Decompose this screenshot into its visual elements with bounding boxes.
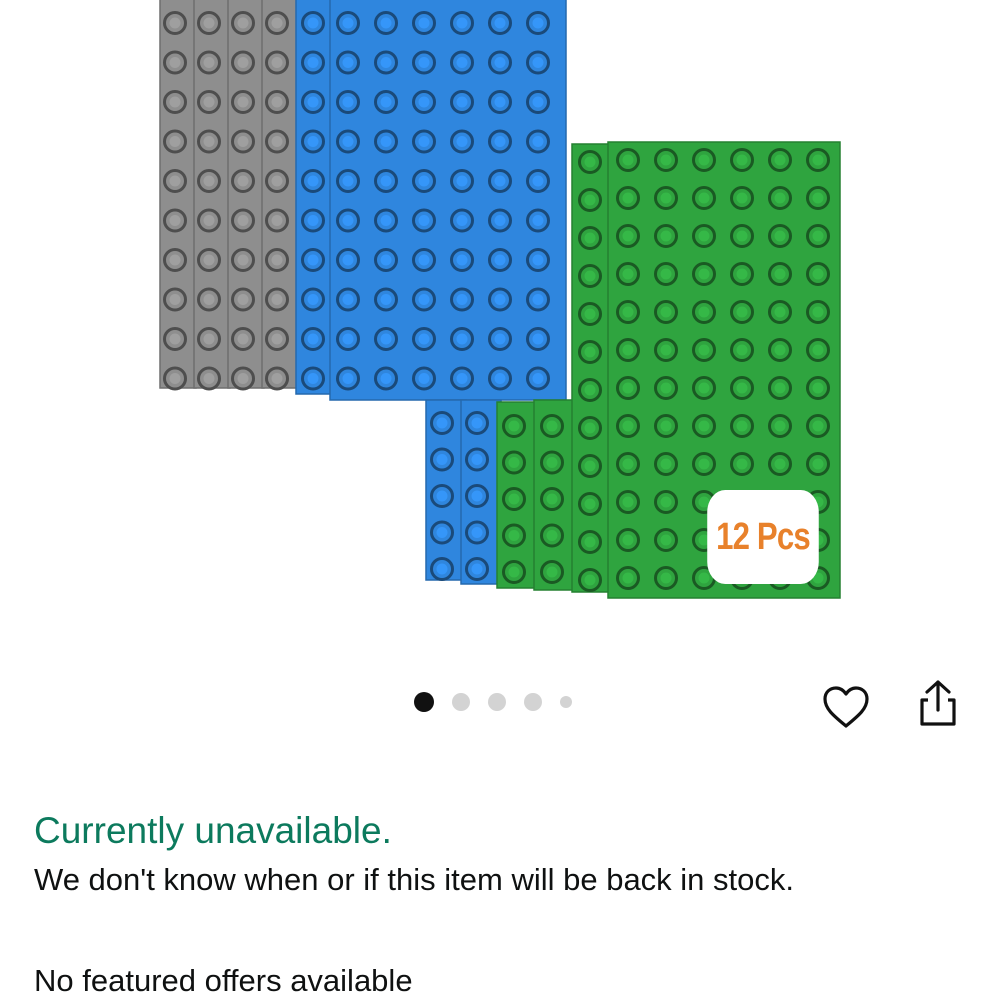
- green-baseplate: [533, 399, 577, 591]
- product-image[interactable]: 12 Pcs: [0, 0, 1000, 660]
- wishlist-button[interactable]: [818, 680, 874, 736]
- share-icon: [920, 680, 956, 726]
- image-carousel-indicator[interactable]: [414, 690, 590, 714]
- gray-baseplate: [227, 0, 265, 391]
- gray-baseplate: [159, 0, 197, 391]
- blue-baseplate: [460, 399, 502, 585]
- blue-baseplate: [329, 0, 567, 401]
- availability-status: Currently unavailable.: [34, 810, 392, 851]
- share-button[interactable]: [912, 676, 964, 732]
- availability-message: We don't know when or if this item will …: [34, 862, 794, 897]
- green-baseplate: [496, 401, 540, 589]
- blue-baseplate: [425, 399, 467, 581]
- featured-offers-label: No featured offers available: [34, 963, 413, 998]
- carousel-dot[interactable]: [560, 696, 572, 708]
- quantity-badge: 12 Pcs: [707, 490, 819, 584]
- blue-baseplate: [295, 0, 335, 395]
- carousel-dot[interactable]: [488, 693, 506, 711]
- gray-baseplate: [193, 0, 231, 391]
- heart-icon: [823, 686, 869, 728]
- baseplates-illustration: [159, 0, 841, 599]
- gray-baseplate: [261, 0, 299, 391]
- carousel-dot[interactable]: [452, 693, 470, 711]
- carousel-dot[interactable]: [524, 693, 542, 711]
- carousel-dot[interactable]: [414, 692, 434, 712]
